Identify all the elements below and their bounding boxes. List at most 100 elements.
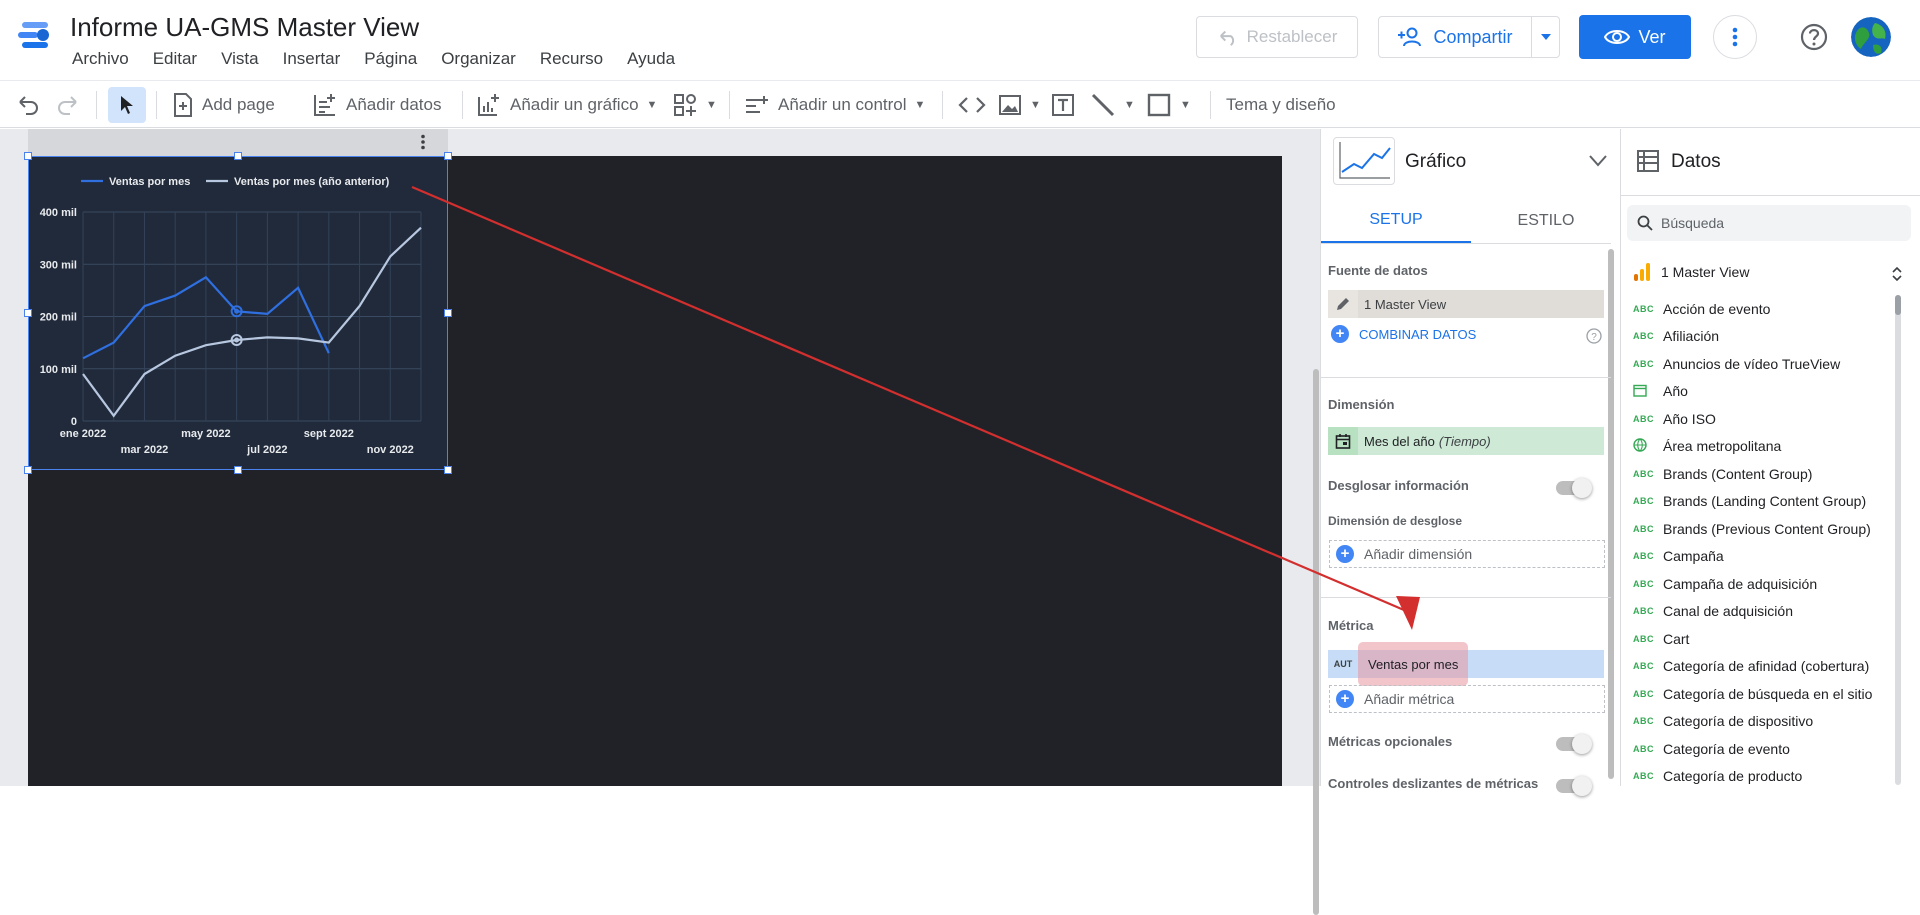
optional-metrics-toggle[interactable] [1556,734,1592,754]
table-icon [1637,150,1659,172]
chart-more-icon[interactable] [420,134,426,150]
field-name: Campaña [1663,548,1724,565]
text-field-icon: ABC [1633,496,1654,507]
panel-scrollbar[interactable] [1608,249,1614,779]
community-viz-button[interactable]: ▼ [672,81,717,129]
tab-setup[interactable]: SETUP [1321,199,1471,243]
undo-icon[interactable] [16,81,40,129]
field-item[interactable]: ABC Brands (Landing Content Group) [1633,488,1866,516]
resize-handle[interactable] [444,309,452,317]
add-data-label: Añadir datos [346,95,442,114]
help-icon[interactable]: ? [1586,328,1602,344]
metric-aggregation-badge[interactable]: AUT [1328,650,1358,678]
text-field-icon: ABC [1633,578,1654,589]
tabs-divider [1321,243,1611,244]
help-icon[interactable] [1798,21,1830,53]
field-item[interactable]: ABC Año ISO [1633,405,1716,433]
add-data-button[interactable]: Añadir datos [312,81,441,129]
add-chart-button[interactable]: Añadir un gráfico ▼ [476,81,657,129]
field-item[interactable]: ABC Afiliación [1633,323,1719,351]
field-item[interactable]: ABC Campaña [1633,543,1724,571]
field-item[interactable]: ABC Categoría de afinidad (cobertura) [1633,653,1869,681]
resize-handle[interactable] [24,152,32,160]
field-item[interactable]: Año [1633,378,1688,406]
field-item[interactable]: ABC Brands (Previous Content Group) [1633,515,1871,543]
field-item[interactable]: ABC Cart [1633,625,1689,653]
blend-data-label: COMBINAR DATOS [1359,326,1477,342]
data-source-chip[interactable]: 1 Master View [1328,290,1604,318]
field-item[interactable]: ABC Acción de evento [1633,295,1770,323]
line-button[interactable]: ▼ [1090,81,1135,129]
redo-icon[interactable] [56,81,80,129]
text-box-icon[interactable] [1050,81,1076,129]
menu-archivo[interactable]: Archivo [60,49,141,69]
image-button[interactable]: ▼ [998,81,1041,129]
menu-organizar[interactable]: Organizar [429,49,528,69]
data-source-label: Fuente de datos [1328,263,1428,278]
metric-sliders-toggle[interactable] [1556,776,1592,796]
field-item[interactable]: ABC Anuncios de vídeo TrueView [1633,350,1840,378]
data-search-field[interactable]: Búsqueda [1627,205,1911,241]
collapse-icon[interactable] [1891,267,1903,281]
data-panel-track [1895,295,1901,785]
dimension-chip[interactable]: Mes del año (Tiempo) [1328,427,1604,455]
embed-code-icon[interactable] [958,81,986,129]
blend-data-button[interactable]: + COMBINAR DATOS [1331,325,1476,343]
looker-studio-logo[interactable] [16,18,56,58]
canvas-scrollbar[interactable] [1313,369,1319,915]
field-name: Categoría de producto [1663,768,1803,785]
data-panel-scrollbar[interactable] [1895,295,1901,315]
field-item[interactable]: Área metropolitana [1633,433,1781,461]
share-main[interactable]: Compartir [1379,17,1531,57]
tab-style[interactable]: ESTILO [1471,199,1621,243]
field-item[interactable]: ABC Categoría de búsqueda en el sitio [1633,680,1872,708]
drill-down-toggle[interactable] [1556,478,1592,498]
add-metric-button[interactable]: + Añadir métrica [1329,685,1605,713]
resize-handle[interactable] [24,309,32,317]
metric-chip[interactable]: AUT Ventas por mes [1328,642,1604,686]
shape-button[interactable]: ▼ [1146,81,1191,129]
add-dimension-button[interactable]: + Añadir dimensión [1329,540,1605,568]
menu-ayuda[interactable]: Ayuda [615,49,687,69]
more-options-icon[interactable] [1713,15,1757,59]
text-field-icon: ABC [1633,303,1654,314]
menu-insertar[interactable]: Insertar [271,49,353,69]
field-name: Brands (Previous Content Group) [1663,520,1871,537]
menu-editar[interactable]: Editar [141,49,209,69]
report-title[interactable]: Informe UA-GMS Master View [70,12,419,43]
section-divider [1321,597,1611,598]
chart-type-icon[interactable] [1333,137,1395,185]
reset-button[interactable]: Restablecer [1196,16,1358,58]
add-control-button[interactable]: Añadir un control ▼ [744,81,925,129]
pencil-icon[interactable] [1328,290,1358,318]
add-control-icon [746,96,768,113]
menu-vista[interactable]: Vista [209,49,271,69]
field-item[interactable]: ABC Campaña de adquisición [1633,570,1817,598]
data-source-header[interactable]: 1 Master View [1633,262,1749,282]
select-pointer-icon[interactable] [108,87,146,123]
resize-handle[interactable] [444,152,452,160]
resize-handle[interactable] [444,466,452,474]
x-tick-label: sept 2022 [304,428,354,440]
field-item[interactable]: ABC Categoría de dispositivo [1633,708,1813,736]
theme-layout-button[interactable]: Tema y diseño [1226,81,1336,129]
field-item[interactable]: ABC Categoría de evento [1633,735,1790,763]
menu-pagina[interactable]: Página [352,49,429,69]
share-button[interactable]: Compartir [1378,16,1560,58]
add-page-button[interactable]: Add page [172,81,275,129]
avatar[interactable] [1851,17,1891,57]
image-icon [999,95,1021,115]
time-series-chart[interactable]: Ventas por mes Ventas por mes (año anteri… [28,156,448,470]
resize-handle[interactable] [234,466,242,474]
menu-recurso[interactable]: Recurso [528,49,615,69]
resize-handle[interactable] [234,152,242,160]
canvas-area[interactable]: Ventas por mes Ventas por mes (año anteri… [0,129,1320,915]
text-field-icon: ABC [1633,413,1654,424]
field-item[interactable]: ABC Canal de adquisición [1633,598,1793,626]
resize-handle[interactable] [24,466,32,474]
chevron-down-icon[interactable] [1589,155,1607,167]
view-button[interactable]: Ver [1579,15,1691,59]
share-dropdown-icon[interactable] [1531,17,1559,57]
field-item[interactable]: ABC Brands (Content Group) [1633,460,1812,488]
field-name: Cart [1663,630,1690,647]
